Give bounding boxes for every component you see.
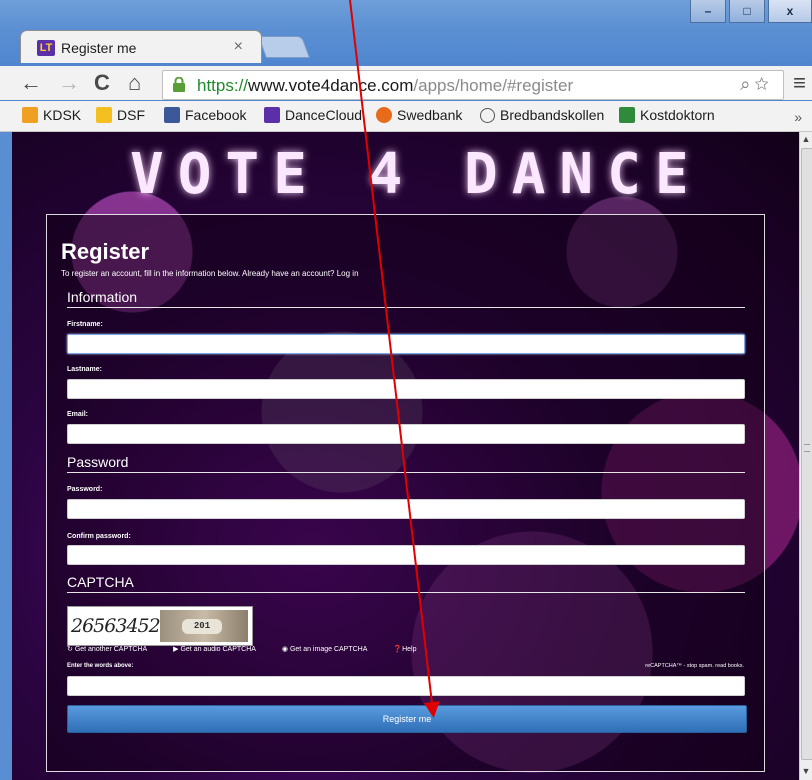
bookmark-dancecloud[interactable]: DanceCloud [264, 107, 362, 123]
page-subtitle: To register an account, fill in the info… [61, 269, 359, 278]
zoom-and-star-icons[interactable]: ⌕☆ [740, 74, 773, 95]
home-icon[interactable]: ⌂ [128, 72, 141, 94]
close-window-button[interactable]: x [768, 0, 812, 23]
captcha-word: 26563452 [71, 615, 161, 637]
firstname-label: Firstname: [67, 321, 103, 328]
recaptcha-note: reCAPTCHA™ - stop spam. read books. [645, 663, 744, 669]
email-label: Email: [67, 411, 89, 418]
captcha-links: ↻ Get another CAPTCHA ▶ Get an audio CAP… [67, 645, 440, 653]
section-information: Information [67, 289, 745, 308]
minimize-button[interactable]: – [690, 0, 726, 23]
bookmarks-bar: KDSK DSF Facebook DanceCloud Swedbank Br… [0, 101, 812, 132]
dancecloud-favicon-icon: LT [37, 40, 55, 56]
clock-icon [480, 108, 495, 123]
menu-icon[interactable]: ≡ [793, 70, 806, 96]
captcha-input-label: Enter the words above: [67, 663, 134, 669]
browser-toolbar: ← → C ⌂ https://www.vote4dance.com/apps/… [0, 66, 812, 100]
scroll-down-icon[interactable]: ▼ [801, 766, 811, 778]
audio-captcha-link[interactable]: ▶ Get an audio CAPTCHA [173, 646, 268, 653]
dsf-icon [96, 107, 112, 123]
captcha-photo: 201 [160, 610, 248, 642]
kostdoktorn-icon [619, 107, 635, 123]
password-label: Password: [67, 486, 103, 493]
bookmark-facebook[interactable]: Facebook [164, 107, 246, 123]
url-text: https://www.vote4dance.com/apps/home/#re… [197, 76, 574, 95]
vertical-scrollbar[interactable]: ▲ ▼ [799, 132, 812, 780]
captcha-plate: 201 [182, 619, 222, 634]
register-button[interactable]: Register me [67, 705, 747, 733]
image-captcha-link[interactable]: ◉ Get an image CAPTCHA [282, 646, 379, 653]
firstname-input[interactable] [67, 334, 745, 354]
tab-close-icon[interactable]: × [234, 38, 243, 56]
bookmark-dsf[interactable]: DSF [96, 107, 145, 123]
page-content: VOTE 4 DANCE Register To register an acc… [12, 132, 799, 780]
scroll-up-icon[interactable]: ▲ [801, 134, 811, 146]
captcha-input[interactable] [67, 676, 745, 696]
scrollbar-thumb[interactable] [801, 148, 812, 760]
confirm-password-input[interactable] [67, 545, 745, 565]
page-title: Register [61, 239, 150, 264]
bookmark-kdsk[interactable]: KDSK [22, 107, 81, 123]
tab-title: Register me [61, 40, 137, 56]
bookmark-swedbank[interactable]: Swedbank [376, 107, 462, 123]
bookmark-kostdoktorn[interactable]: Kostdoktorn [619, 107, 715, 123]
section-captcha: CAPTCHA [67, 574, 745, 593]
lastname-input[interactable] [67, 379, 745, 399]
dancecloud-icon [264, 107, 280, 123]
lock-icon [173, 77, 185, 92]
register-panel: Register To register an account, fill in… [46, 214, 765, 772]
scrollbar-grip [804, 444, 810, 452]
captcha-image: 26563452 201 [67, 606, 253, 646]
captcha-help-link[interactable]: ❓Help [393, 646, 428, 653]
address-bar[interactable]: https://www.vote4dance.com/apps/home/#re… [162, 70, 784, 100]
reload-icon[interactable]: C [94, 72, 110, 94]
window-frame [0, 132, 12, 780]
back-icon[interactable]: ← [20, 72, 42, 94]
window-controls: – □ x [690, 0, 812, 23]
swedbank-icon [376, 107, 392, 123]
kdsk-icon [22, 107, 38, 123]
maximize-button[interactable]: □ [729, 0, 765, 23]
site-logo: VOTE 4 DANCE [130, 142, 703, 207]
more-bookmarks-icon[interactable]: » [794, 109, 802, 125]
password-input[interactable] [67, 499, 745, 519]
lastname-label: Lastname: [67, 366, 103, 373]
bookmark-bredbandskollen[interactable]: Bredbandskollen [480, 107, 604, 123]
browser-tab[interactable]: LT Register me × [20, 30, 262, 63]
new-tab-button[interactable] [257, 36, 311, 58]
refresh-captcha-link[interactable]: ↻ Get another CAPTCHA [67, 646, 159, 653]
facebook-icon [164, 107, 180, 123]
email-input[interactable] [67, 424, 745, 444]
section-password: Password [67, 454, 745, 473]
confirm-password-label: Confirm password: [67, 533, 131, 540]
forward-icon[interactable]: → [58, 72, 80, 94]
